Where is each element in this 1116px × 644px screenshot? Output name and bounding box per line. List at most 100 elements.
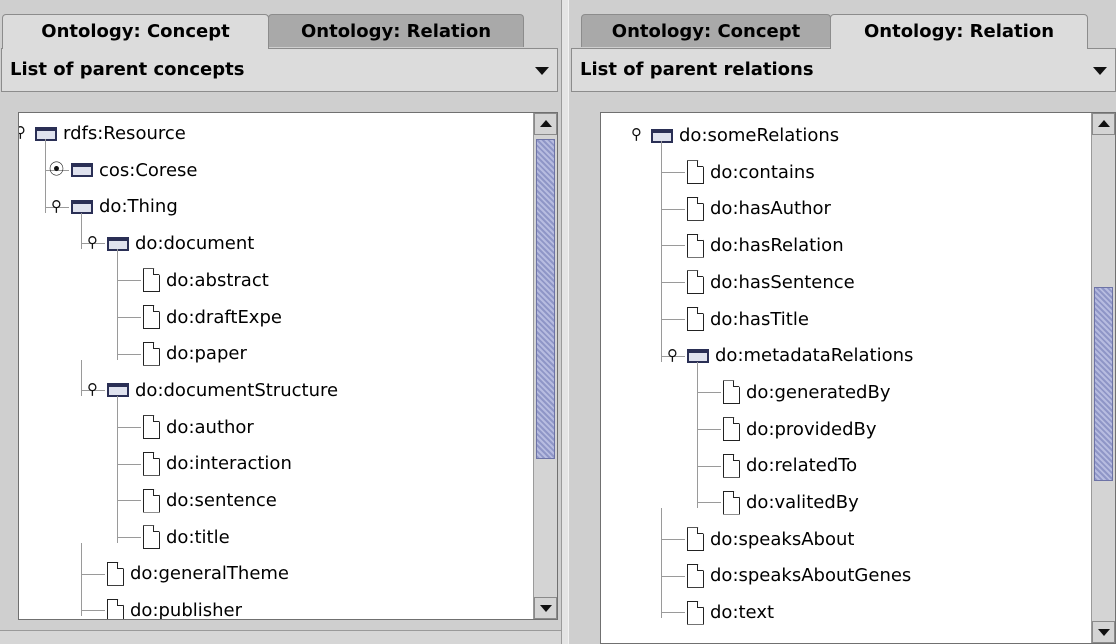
tree-connector [117, 286, 118, 323]
tree-node[interactable]: do:sentence [143, 482, 277, 519]
tree-connector [117, 506, 118, 544]
tree-connector [661, 318, 685, 320]
folder-icon [71, 199, 93, 214]
tree-connector [117, 353, 141, 355]
tree-node[interactable]: do:hasAuthor [687, 190, 831, 227]
tree-node[interactable]: do:title [143, 519, 230, 556]
relation-panel: Ontology: Concept Ontology: Relation Lis… [569, 0, 1116, 644]
tree-connector [661, 545, 662, 582]
document-icon [687, 196, 704, 221]
tree-connector [117, 500, 141, 502]
tree-node[interactable]: do:contains [687, 154, 815, 191]
collapse-handle-icon[interactable]: ⚲ [85, 382, 100, 397]
tree-node[interactable]: do:metadataRelations [687, 337, 913, 374]
tree-node[interactable]: do:someRelations [651, 117, 839, 154]
concept-panel: Ontology: Concept Ontology: Relation Lis… [0, 0, 561, 644]
parent-concepts-dropdown[interactable]: List of parent concepts [1, 48, 558, 92]
tree-connector [661, 172, 685, 174]
collapse-handle-icon[interactable]: ⚲ [49, 198, 64, 214]
document-icon [143, 341, 160, 366]
vertical-scrollbar[interactable] [1091, 113, 1115, 643]
document-icon [687, 527, 704, 552]
tree-node[interactable]: do:hasTitle [687, 301, 809, 338]
scroll-down-button[interactable] [1092, 621, 1115, 643]
expand-handle-icon[interactable]: ⦿ [49, 162, 64, 177]
tree-node[interactable]: rdfs:Resource [35, 115, 186, 152]
split-divider[interactable] [561, 0, 569, 644]
scrollbar-thumb[interactable] [536, 139, 555, 459]
tree-connector [117, 463, 141, 465]
vertical-scrollbar[interactable] [533, 113, 557, 619]
tree-node[interactable]: do:interaction [143, 445, 292, 482]
document-icon [143, 525, 160, 550]
tree-node[interactable]: do:publisher [107, 592, 242, 619]
tree-node[interactable]: do:author [143, 409, 254, 446]
tree-node[interactable]: do:documentStructure [107, 372, 338, 409]
scroll-up-button[interactable] [534, 113, 557, 135]
tree-connector [81, 359, 82, 397]
folder-icon [107, 383, 129, 398]
tree-connector [117, 469, 118, 507]
concept-tree: ⚲ rdfs:Resource ⦿ cos:Corese ⚲ do:Thing ⚲ do:do… [19, 113, 533, 619]
tree-node[interactable]: do:speaksAbout [687, 521, 854, 558]
tree-node[interactable]: do:generalTheme [107, 555, 289, 592]
tree-node[interactable]: do:document [107, 225, 254, 262]
tree-connector [697, 434, 698, 472]
tree-connector [117, 322, 118, 360]
tree-connector [697, 502, 721, 504]
collapse-handle-icon[interactable]: ⚲ [629, 127, 644, 142]
tab-ontology-concept[interactable]: Ontology: Concept [581, 14, 831, 47]
document-icon [723, 453, 740, 478]
tree-connector [117, 426, 141, 428]
document-icon [143, 451, 160, 476]
tree-connector [117, 432, 118, 470]
tree-node[interactable]: do:hasSentence [687, 264, 855, 301]
collapse-handle-icon[interactable]: ⚲ [85, 235, 100, 250]
tree-connector [661, 214, 662, 252]
chevron-down-icon [1093, 67, 1107, 75]
tree-node[interactable]: do:providedBy [723, 411, 877, 448]
scroll-up-button[interactable] [1092, 113, 1115, 135]
tree-node-label: do:relatedTo [746, 455, 858, 477]
tree-node[interactable]: do:Thing [71, 188, 178, 225]
document-icon [687, 270, 704, 295]
tree-node-label: do:publisher [130, 600, 243, 619]
tree-node[interactable]: do:text [687, 594, 774, 631]
tree-connector [661, 251, 662, 289]
tree-node[interactable]: do:draftExpe [143, 299, 282, 336]
document-icon [687, 600, 704, 625]
tree-node-label: do:author [166, 416, 254, 438]
concept-tree-view[interactable]: ⚲ rdfs:Resource ⦿ cos:Corese ⚲ do:Thing ⚲ do:do… [18, 112, 558, 620]
tree-node-label: do:title [166, 526, 230, 548]
tree-connector [117, 396, 118, 433]
tree-connector [117, 280, 141, 282]
relation-tree-view[interactable]: ⚲ do:someRelations do:contains do:hasAuthor… [600, 112, 1116, 644]
tab-ontology-relation[interactable]: Ontology: Relation [830, 14, 1088, 49]
tree-node[interactable]: do:generatedBy [723, 374, 890, 411]
tree-connector [117, 249, 118, 287]
tree-node-label: do:text [710, 602, 775, 624]
relation-tree: ⚲ do:someRelations do:contains do:hasAuthor… [601, 113, 1091, 643]
tree-node[interactable]: do:speaksAboutGenes [687, 557, 911, 594]
tree-connector [81, 573, 105, 575]
collapse-handle-icon[interactable]: ⚲ [19, 125, 28, 140]
tree-connector [697, 392, 721, 394]
scrollbar-thumb[interactable] [1094, 287, 1113, 481]
tree-node[interactable]: do:valitedBy [723, 484, 859, 521]
tab-label: Ontology: Relation [300, 21, 492, 42]
tree-node-label: do:document [135, 233, 255, 255]
tree-node[interactable]: do:abstract [143, 262, 269, 299]
parent-relations-dropdown[interactable]: List of parent relations [571, 48, 1116, 92]
tree-node-label: do:sentence [166, 490, 277, 511]
tree-node[interactable]: do:hasRelation [687, 227, 844, 264]
tree-node-label: do:metadataRelations [715, 345, 914, 367]
scroll-down-button[interactable] [534, 597, 557, 619]
tree-node[interactable]: do:relatedTo [723, 447, 857, 484]
tree-node[interactable]: do:paper [143, 335, 247, 372]
tree-node-label: do:draftExpe [166, 306, 282, 328]
tab-ontology-concept[interactable]: Ontology: Concept [2, 14, 269, 49]
tab-ontology-relation[interactable]: Ontology: Relation [268, 14, 524, 47]
collapse-handle-icon[interactable]: ⚲ [665, 347, 680, 363]
tree-node[interactable]: cos:Corese [71, 152, 197, 189]
document-icon [143, 415, 160, 440]
